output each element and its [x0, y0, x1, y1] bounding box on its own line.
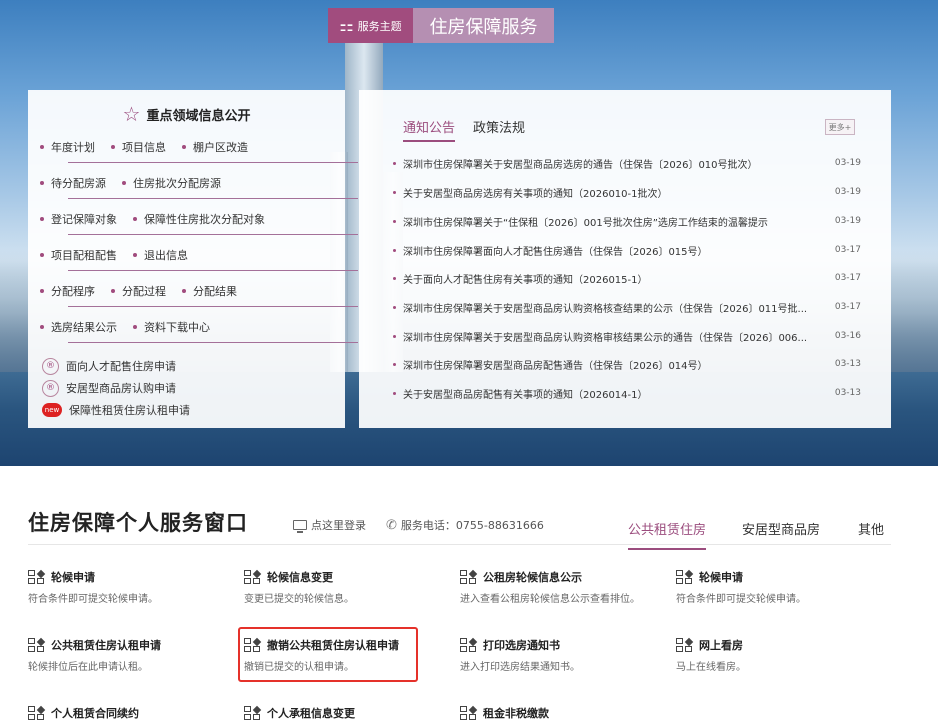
news-item[interactable]: 深圳市住房保障署关于安居型商品房认购资格审核结果公示的通告（住保告〔2026〕0… [393, 326, 861, 346]
new-badge-icon: new [42, 403, 62, 417]
service-item[interactable]: 个人承租信息变更 [244, 703, 444, 723]
link-allocation-result[interactable]: 分配结果 [182, 283, 237, 299]
login-link[interactable]: 点这里登录 [293, 517, 366, 533]
affordable-housing-application[interactable]: ® 安居型商品房认购申请 [42, 378, 176, 398]
news-panel: 通知公告 政策法规 更多+ 深圳市住房保障署关于安居型商品房选房的通告（住保告〔… [359, 90, 891, 428]
link-row: 年度计划 项目信息 棚户区改造 [40, 136, 264, 158]
tab-other[interactable]: 其他 [858, 519, 884, 550]
tab-policies[interactable]: 政策法规 [473, 117, 525, 142]
service-item[interactable]: 轮候申请 符合条件即可提交轮候申请。 [28, 567, 228, 605]
service-grid-icon [460, 705, 478, 721]
service-grid-icon [244, 705, 262, 721]
link-pending-housing[interactable]: 待分配房源 [40, 175, 106, 191]
divider [68, 270, 358, 271]
link-row: 分配程序 分配过程 分配结果 [40, 280, 253, 302]
link-row: 选房结果公示 资料下载中心 [40, 316, 226, 338]
news-item[interactable]: 关于安居型商品房选房有关事项的通知（2026010-1批次） 03-19 [393, 182, 861, 202]
service-item[interactable]: 轮候信息变更 变更已提交的轮候信息。 [244, 567, 444, 605]
link-shantytown[interactable]: 棚户区改造 [182, 139, 248, 155]
service-item[interactable]: 个人租赁合同续约 [28, 703, 228, 723]
service-item[interactable]: 网上看房 马上在线看房。 [676, 635, 876, 673]
link-registered-targets[interactable]: 登记保障对象 [40, 211, 117, 227]
link-allocation-process[interactable]: 分配过程 [111, 283, 166, 299]
service-grid-icon [244, 569, 262, 585]
highlight-box [238, 627, 418, 682]
monitor-icon [293, 520, 307, 533]
service-grid-icon [676, 569, 694, 585]
service-grid-icon [28, 637, 46, 653]
link-batch-targets[interactable]: 保障性住房批次分配对象 [133, 211, 265, 227]
service-grid-icon [676, 637, 694, 653]
info-disclosure-panel: ☆ 重点领域信息公开 年度计划 项目信息 棚户区改造 待分配房源 住房批次分配房… [28, 90, 358, 428]
application-icon: ® [42, 357, 59, 375]
divider [68, 162, 358, 163]
link-exit-info[interactable]: 退出信息 [133, 247, 188, 263]
divider [68, 198, 358, 199]
link-row: 项目配租配售 退出信息 [40, 244, 204, 266]
news-item[interactable]: 深圳市住房保障署关于安居型商品房选房的通告（住保告〔2026〕010号批次） 03… [393, 153, 861, 173]
service-phone: ✆ 服务电话：0755-88631666 [386, 517, 544, 533]
service-grid-icon [460, 637, 478, 653]
service-grid-icon [28, 569, 46, 585]
theme-title: 住房保障服务 [413, 8, 554, 43]
service-theme-banner: ⚏ 服务主题 住房保障服务 [328, 8, 554, 43]
panel-header: ☆ 重点领域信息公开 [122, 102, 251, 126]
link-annual-plan[interactable]: 年度计划 [40, 139, 95, 155]
news-item[interactable]: 深圳市住房保障署面向人才配售住房通告（住保告〔2026〕015号） 03-17 [393, 240, 861, 260]
link-batch-housing[interactable]: 住房批次分配房源 [122, 175, 221, 191]
phone-icon: ✆ [386, 517, 397, 533]
service-item[interactable]: 租金非税缴款 [460, 703, 660, 723]
link-row: 登记保障对象 保障性住房批次分配对象 [40, 208, 281, 230]
link-allocation-procedure[interactable]: 分配程序 [40, 283, 95, 299]
rental-housing-application[interactable]: new 保障性租赁住房认租申请 [42, 400, 190, 420]
news-item[interactable]: 关于面向人才配售住房有关事项的通知（2026015-1） 03-17 [393, 268, 861, 288]
news-item[interactable]: 深圳市住房保障署关于安居型商品房认购资格核查结果的公示（住保告〔2026〕011… [393, 297, 861, 317]
link-project-allocation[interactable]: 项目配租配售 [40, 247, 117, 263]
tab-notices[interactable]: 通知公告 [403, 117, 456, 142]
divider [68, 342, 358, 343]
theme-tag[interactable]: ⚏ 服务主题 [328, 8, 413, 43]
tab-public-rental[interactable]: 公共租赁住房 [628, 519, 707, 550]
service-item[interactable]: 轮候申请 符合条件即可提交轮候申请。 [676, 567, 876, 605]
service-tabs: 公共租赁住房 安居型商品房 其他 [628, 519, 884, 550]
link-selection-results[interactable]: 选房结果公示 [40, 319, 117, 335]
service-grid-icon [28, 705, 46, 721]
service-item[interactable]: 公共租赁住房认租申请 轮候排位后在此申请认租。 [28, 635, 228, 673]
divider [68, 306, 358, 307]
news-item[interactable]: 深圳市住房保障署关于“住保租〔2026〕001号批次住房”选房工作结束的温馨提示… [393, 211, 861, 231]
news-tabs: 通知公告 政策法规 [403, 117, 525, 142]
link-project-info[interactable]: 项目信息 [111, 139, 166, 155]
service-window-title: 住房保障个人服务窗口 [28, 511, 248, 535]
talent-housing-application[interactable]: ® 面向人才配售住房申请 [42, 356, 176, 376]
link-row: 待分配房源 住房批次分配房源 [40, 172, 237, 194]
link-download-center[interactable]: 资料下载中心 [133, 319, 210, 335]
divider [68, 234, 358, 235]
news-item[interactable]: 关于安居型商品房配售有关事项的通知（2026014-1） 03-13 [393, 383, 861, 403]
grid-icon: ⚏ [339, 15, 354, 35]
tab-affordable-housing[interactable]: 安居型商品房 [742, 519, 820, 550]
service-grid-icon [460, 569, 478, 585]
news-item[interactable]: 深圳市住房保障署安居型商品房配售通告（住保告〔2026〕014号） 03-13 [393, 354, 861, 374]
more-button[interactable]: 更多+ [825, 119, 855, 135]
service-item[interactable]: 公租房轮候信息公示 进入查看公租房轮候信息公示查看排位。 [460, 567, 670, 605]
application-icon: ® [42, 379, 59, 397]
service-item[interactable]: 打印选房通知书 进入打印选房结果通知书。 [460, 635, 660, 673]
page: ⚏ 服务主题 住房保障服务 ☆ 重点领域信息公开 年度计划 项目信息 棚户区改造… [0, 0, 938, 726]
star-icon: ☆ [122, 102, 141, 126]
tabs-divider [28, 544, 891, 545]
